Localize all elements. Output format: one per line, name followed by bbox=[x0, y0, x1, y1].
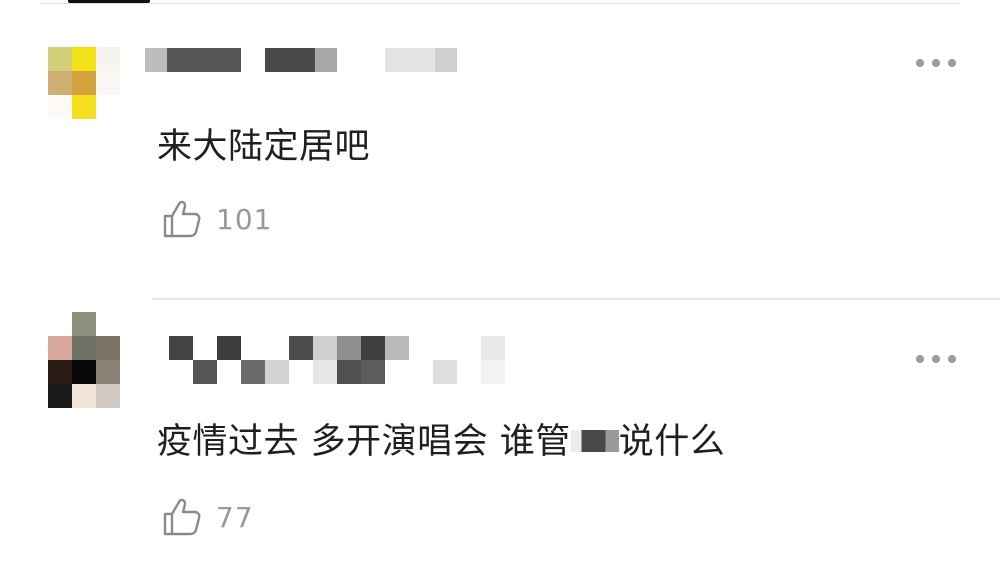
more-dots-icon[interactable] bbox=[916, 57, 958, 69]
thumbs-up-icon[interactable] bbox=[160, 495, 204, 539]
comment-text-part: 说什么 bbox=[618, 422, 726, 462]
more-dots-icon[interactable] bbox=[916, 353, 958, 365]
like-row: 77 bbox=[160, 495, 254, 539]
redacted-text bbox=[570, 430, 619, 452]
like-count: 101 bbox=[216, 202, 273, 236]
comment-text-part: 疫情过去 多开演唱会 谁管 bbox=[157, 422, 571, 462]
comment-text: 疫情过去 多开演唱会 谁管 说什么 bbox=[157, 420, 725, 464]
comment-item: 来大陆定居吧 101 bbox=[0, 0, 1000, 298]
like-count: 77 bbox=[216, 500, 254, 534]
comment-item: 疫情过去 多开演唱会 谁管 说什么 77 bbox=[0, 298, 1000, 569]
like-row: 101 bbox=[160, 197, 272, 241]
user-avatar[interactable] bbox=[48, 47, 120, 119]
comment-text: 来大陆定居吧 bbox=[157, 127, 371, 167]
thumbs-up-icon[interactable] bbox=[160, 197, 204, 241]
user-avatar[interactable] bbox=[48, 312, 120, 408]
